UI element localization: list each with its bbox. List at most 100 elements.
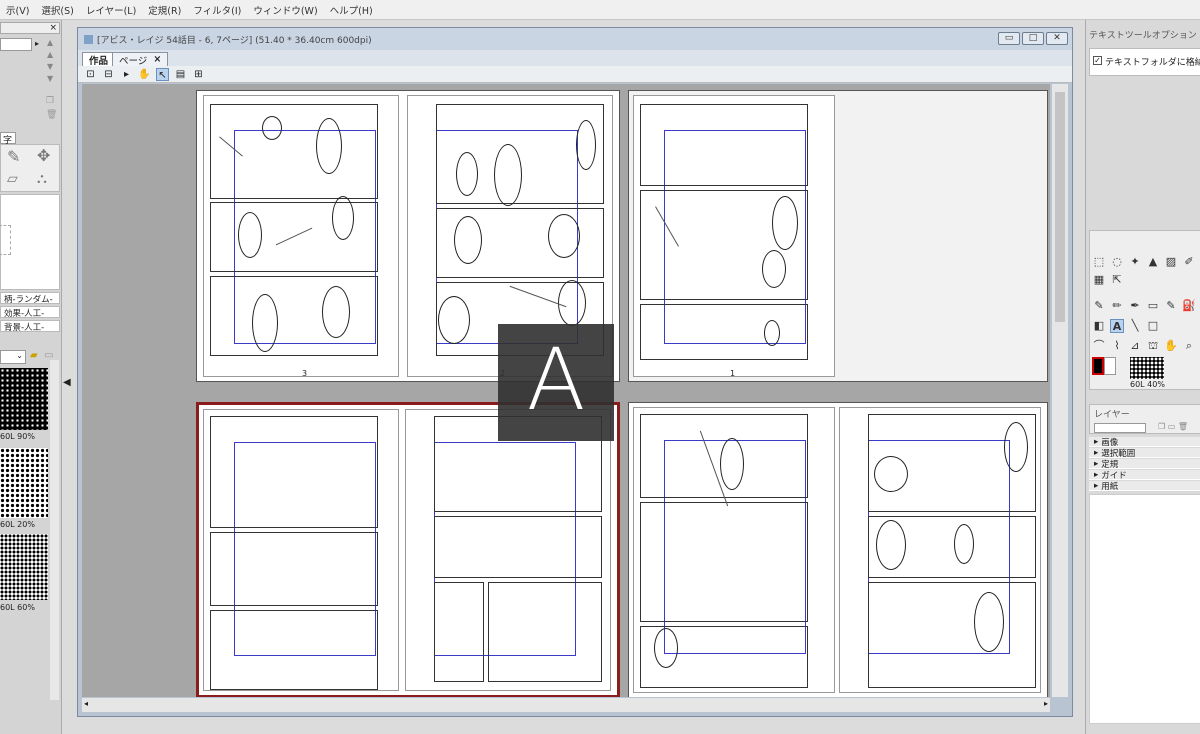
menu-help[interactable]: ヘルプ(H) <box>324 3 379 17</box>
grid-icon[interactable]: ▦ <box>1092 273 1106 287</box>
speech-bubble[interactable] <box>874 456 908 492</box>
speech-bubble[interactable] <box>238 212 262 258</box>
expand-icon[interactable]: ▸ <box>1094 437 1098 447</box>
tab-page[interactable]: ページ × <box>112 52 169 67</box>
horizontal-scrollbar[interactable]: ◂ ▸ <box>82 698 1050 712</box>
speech-bubble[interactable] <box>322 286 350 338</box>
scroll-left-icon[interactable]: ◂ <box>84 699 88 708</box>
layer-row[interactable]: ▸ 用紙 <box>1089 481 1200 492</box>
scroll-thumb[interactable] <box>1055 92 1065 322</box>
hand-icon[interactable]: ✋ <box>138 68 151 81</box>
brush-icon[interactable]: ✏ <box>1110 299 1124 313</box>
scroll-right-icon[interactable]: ▸ <box>1044 699 1048 708</box>
speech-bubble[interactable] <box>954 524 974 564</box>
comic-panel[interactable] <box>640 502 808 622</box>
magic-wand-icon[interactable]: ✦ <box>1128 255 1142 269</box>
correction-icon[interactable]: ⌇ <box>1110 339 1124 353</box>
comic-panel[interactable] <box>210 532 378 606</box>
speech-bubble[interactable] <box>316 118 342 174</box>
fill-icon[interactable]: ⛬ <box>37 171 47 187</box>
speech-bubble[interactable] <box>332 196 354 240</box>
tab-work[interactable]: 作品 <box>82 52 116 67</box>
copy-icon[interactable]: ❐ <box>46 96 54 106</box>
marker-icon[interactable]: ✒ <box>1128 299 1142 313</box>
play-icon[interactable]: ▸ <box>120 68 133 81</box>
arrow-up-icon[interactable]: ▲ <box>47 38 53 47</box>
menu-window[interactable]: ウィンドウ(W) <box>247 3 323 17</box>
page-list-icon[interactable]: ⊞ <box>192 68 205 81</box>
marquee-icon[interactable]: ⬚ <box>1092 255 1106 269</box>
speech-bubble[interactable] <box>720 438 744 490</box>
tab-text[interactable]: 字 <box>0 132 16 146</box>
layer-tools-icon[interactable]: ❐ ▭ 🗑 <box>1158 422 1188 431</box>
speech-bubble[interactable] <box>548 214 580 258</box>
eraser-icon[interactable]: ▱ <box>7 171 18 187</box>
material-item[interactable]: 効果-人工- <box>0 306 60 319</box>
manga-page[interactable] <box>405 409 611 691</box>
close-icon[interactable]: × <box>49 23 57 33</box>
manga-page[interactable] <box>633 407 835 693</box>
folder-icon[interactable]: ▰ <box>30 350 38 361</box>
layer-row[interactable]: ▸ 画像 <box>1089 437 1200 448</box>
menu-filter[interactable]: フィルタ(I) <box>187 3 247 17</box>
speech-bubble[interactable] <box>576 120 596 170</box>
vertical-scrollbar[interactable] <box>1052 84 1068 697</box>
collapse-arrow-icon[interactable]: ◀ <box>63 377 71 388</box>
expand-icon[interactable]: ▸ <box>1094 481 1098 491</box>
menu-select[interactable]: 選択(S) <box>35 3 79 17</box>
rectangle-icon[interactable]: □ <box>1146 319 1160 333</box>
page-spread-4[interactable] <box>628 402 1048 697</box>
select-erase-icon[interactable]: ▨ <box>1164 255 1178 269</box>
speech-bubble[interactable] <box>772 196 798 250</box>
comic-panel[interactable] <box>210 416 378 528</box>
manga-page[interactable] <box>839 407 1041 693</box>
tone-swatch[interactable] <box>0 368 48 430</box>
menu-layer[interactable]: レイヤー(L) <box>80 3 142 17</box>
gradient-icon[interactable]: ◧ <box>1092 319 1106 333</box>
hand-icon[interactable]: ✋ <box>1164 339 1178 353</box>
tone-swatch[interactable] <box>0 534 48 600</box>
comic-panel[interactable] <box>434 582 484 682</box>
move-icon[interactable]: ✥ <box>37 146 50 165</box>
eraser-icon[interactable]: ▭ <box>1146 299 1160 313</box>
material-item[interactable]: 柄-ランダム- <box>0 292 60 305</box>
dropdown[interactable]: ⌄ <box>0 350 26 364</box>
select-pen-icon[interactable]: ▲ <box>1146 255 1160 269</box>
text-tool-icon[interactable]: A <box>1110 319 1124 333</box>
comic-panel[interactable] <box>434 516 602 578</box>
page-view-icon[interactable]: ⊟ <box>102 68 115 81</box>
trash-icon[interactable]: 🗑 <box>46 110 57 120</box>
manga-page[interactable]: 1 <box>633 95 835 378</box>
layer-row[interactable]: ▸ ガイド <box>1089 470 1200 481</box>
tone-swatch[interactable] <box>1130 357 1164 379</box>
speech-bubble[interactable] <box>762 250 786 288</box>
object-select-icon[interactable]: ⇱ <box>1110 273 1124 287</box>
layer-opacity-input[interactable] <box>1094 423 1146 433</box>
main-color-swatch[interactable] <box>1092 357 1104 375</box>
layer-row[interactable]: ▸ 選択範囲 <box>1089 448 1200 459</box>
expand-icon[interactable]: ▸ <box>1094 459 1098 469</box>
arrow-up-icon-2[interactable]: ▲ <box>47 50 53 59</box>
menu-ruler[interactable]: 定規(R) <box>142 3 187 17</box>
window-icon[interactable]: ▤ <box>174 68 187 81</box>
maximize-button[interactable]: □ <box>1022 32 1044 45</box>
comic-panel[interactable] <box>640 304 808 360</box>
chevron-right-icon[interactable]: ▸ <box>35 39 39 48</box>
menu-view[interactable]: 示(V) <box>0 3 35 17</box>
speech-bubble[interactable] <box>876 520 906 570</box>
layer-row[interactable]: ▸ 定規 <box>1089 459 1200 470</box>
expand-icon[interactable]: ▸ <box>1094 470 1098 480</box>
comic-panel[interactable] <box>488 582 602 682</box>
balloon-icon[interactable]: ⌒ <box>1092 339 1106 353</box>
pen-icon[interactable]: ✐ <box>1182 255 1196 269</box>
speech-bubble[interactable] <box>558 280 586 326</box>
value-input[interactable] <box>0 38 32 51</box>
line-icon[interactable]: ╲ <box>1128 319 1142 333</box>
expand-icon[interactable]: ▸ <box>1094 448 1098 458</box>
arrow-down-icon-2[interactable]: ▼ <box>47 74 53 83</box>
pointer-icon[interactable]: ↖ <box>156 67 169 81</box>
comic-panel[interactable] <box>210 276 378 356</box>
comic-panel[interactable] <box>868 582 1036 688</box>
material-item[interactable]: 背景-人工- <box>0 320 60 333</box>
comic-panel[interactable] <box>640 104 808 186</box>
